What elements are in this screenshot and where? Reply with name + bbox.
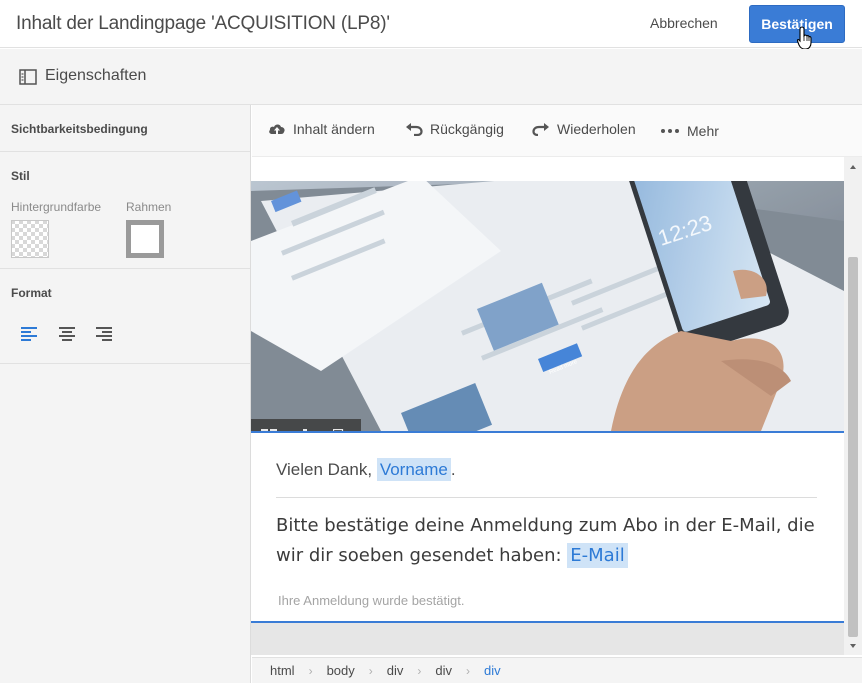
properties-bar: Eigenschaften [0,49,862,105]
chevron-right-icon: › [466,663,471,678]
landing-page-canvas: Read more 12:23 Vielen Dank, Vorname. Bi… [251,157,844,655]
redo-label: Wiederholen [557,121,636,137]
background-color-swatch[interactable] [11,220,49,258]
breadcrumb-div-active[interactable]: div [484,663,501,678]
style-label: Stil [11,169,30,183]
breadcrumb-html[interactable]: html [270,663,295,678]
border-swatch[interactable] [126,220,164,258]
thanks-suffix: . [450,460,456,479]
change-content-button[interactable]: Inhalt ändern [268,121,375,137]
scroll-up-icon[interactable] [848,162,858,172]
format-section: Format [0,269,250,364]
element-breadcrumb: html › body › div › div › div [252,657,862,683]
hand-cursor-icon [797,26,812,50]
hero-image[interactable]: Read more 12:23 [251,181,844,431]
dialog-header: Inhalt der Landingpage 'ACQUISITION (LP8… [0,0,862,50]
confirm-paragraph: Bitte bestätige deine Anmeldung zum Abo … [276,511,842,571]
redo-button[interactable]: Wiederholen [532,121,636,137]
confirmation-note: Ihre Anmeldung wurde bestätigt. [278,593,465,608]
thanks-line: Vielen Dank, Vorname. [276,458,456,481]
editor-toolbar: Inhalt ändern Rückgängig Wiederholen Meh… [252,105,862,157]
undo-button[interactable]: Rückgängig [405,121,504,137]
align-center-icon[interactable] [58,326,78,342]
properties-sidebar: Sichtbarkeitsbedingung Stil Hintergrundf… [0,105,251,683]
undo-label: Rückgängig [430,121,504,137]
email-personalization-tag[interactable]: E-Mail [567,543,628,568]
more-icon [661,129,679,133]
hero-illustration: Read more 12:23 [251,181,844,431]
change-content-label: Inhalt ändern [293,121,375,137]
chevron-right-icon: › [308,663,313,678]
scrollbar-thumb[interactable] [848,257,858,637]
canvas-footer-area [251,623,844,655]
more-button[interactable]: Mehr [660,123,719,139]
visibility-section[interactable]: Sichtbarkeitsbedingung [0,105,250,152]
scroll-down-icon[interactable] [848,641,858,651]
selected-text-block[interactable]: Vielen Dank, Vorname. Bitte bestätige de… [251,431,844,623]
redo-icon [532,123,549,136]
block-toolbar [251,419,361,431]
divider [276,497,817,498]
chevron-right-icon: › [417,663,422,678]
panel-icon[interactable] [19,69,37,85]
visibility-condition-label: Sichtbarkeitsbedingung [11,122,148,136]
breadcrumb-body[interactable]: body [327,663,355,678]
dialog-title: Inhalt der Landingpage 'ACQUISITION (LP8… [16,13,390,34]
firstname-personalization-tag[interactable]: Vorname [376,458,451,481]
style-section: Stil Hintergrundfarbe Rahmen [0,152,250,269]
upload-cloud-icon [269,124,285,134]
more-label: Mehr [687,123,719,139]
border-label: Rahmen [126,200,172,214]
undo-icon [406,123,423,136]
background-color-label: Hintergrundfarbe [11,200,102,214]
align-right-icon[interactable] [95,326,115,342]
properties-label: Eigenschaften [45,67,147,84]
confirm-text: Bitte bestätige deine Anmeldung zum Abo … [276,515,815,566]
thanks-prefix: Vielen Dank, [276,460,373,479]
chevron-right-icon: › [368,663,373,678]
cancel-button[interactable]: Abbrechen [650,15,718,31]
breadcrumb-div[interactable]: div [387,663,404,678]
format-label: Format [11,286,52,300]
breadcrumb-div[interactable]: div [435,663,452,678]
align-left-icon[interactable] [20,326,40,342]
canvas-scrollbar[interactable] [844,157,862,655]
